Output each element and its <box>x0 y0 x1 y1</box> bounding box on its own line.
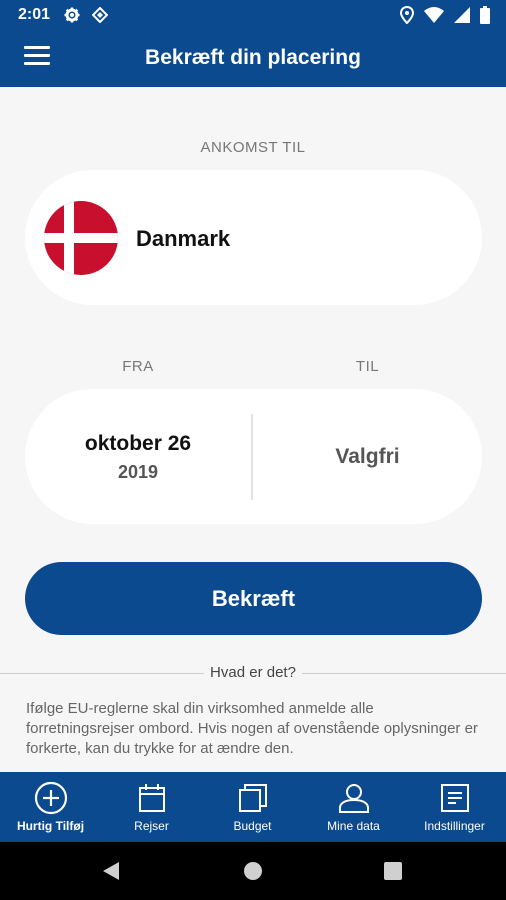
to-label: TIL <box>355 358 380 375</box>
arrival-label: ANKOMST TIL <box>200 139 306 156</box>
nav-label-trips: Rejser <box>134 819 169 833</box>
document-icon <box>438 781 472 815</box>
home-icon[interactable] <box>243 861 263 886</box>
from-label: FRA <box>122 358 154 375</box>
from-date-month-day: oktober 26 <box>84 432 192 455</box>
recents-icon[interactable] <box>384 862 402 885</box>
app-bar: Bekræft din placering <box>0 30 506 87</box>
nav-label-quick-add: Hurtig Tilføj <box>16 819 85 833</box>
battery-icon <box>480 6 490 29</box>
nav-item-trips[interactable]: Rejser <box>101 772 202 842</box>
diamond-icon <box>91 6 109 28</box>
nav-item-settings[interactable]: Indstillinger <box>404 772 505 842</box>
date-card: oktober 26 2019 Valgfri <box>25 389 482 524</box>
gear-icon <box>64 7 80 28</box>
wifi-icon <box>424 7 444 28</box>
from-date-year: 2019 <box>117 462 159 482</box>
calendar-icon <box>135 781 169 815</box>
status-time: 2:01 <box>18 6 51 23</box>
nav-label-settings: Indstillinger <box>424 819 485 833</box>
bottom-nav: Hurtig Tilføj Rejser Budget Mine data In… <box>0 772 506 842</box>
country-name: Danmark <box>136 226 231 251</box>
what-is-it-divider: Hvad er det? <box>0 661 506 685</box>
denmark-flag-icon <box>44 201 118 275</box>
info-text: Ifølge EU-reglerne skal din virksomhed a… <box>26 700 478 757</box>
from-date-field[interactable]: oktober 26 2019 <box>25 432 251 483</box>
status-bar: 2:01 <box>0 0 506 30</box>
system-nav-bar <box>0 842 506 900</box>
location-icon <box>399 5 415 29</box>
nav-item-budget[interactable]: Budget <box>202 772 303 842</box>
back-icon[interactable] <box>101 861 121 886</box>
user-icon <box>337 781 371 815</box>
nav-item-quick-add[interactable]: Hurtig Tilføj <box>0 772 101 842</box>
to-date-field[interactable]: Valgfri <box>253 445 482 469</box>
nav-label-budget: Budget <box>233 819 272 833</box>
what-is-it-heading[interactable]: Hvad er det? <box>204 664 302 681</box>
signal-icon <box>454 7 470 28</box>
plus-circle-icon <box>34 781 68 815</box>
nav-item-my-data[interactable]: Mine data <box>303 772 404 842</box>
confirm-button[interactable]: Bekræft <box>25 562 482 635</box>
page-title: Bekræft din placering <box>145 46 361 69</box>
country-card[interactable]: Danmark <box>25 170 482 305</box>
nav-label-my-data: Mine data <box>327 819 380 833</box>
copy-icon <box>236 781 270 815</box>
